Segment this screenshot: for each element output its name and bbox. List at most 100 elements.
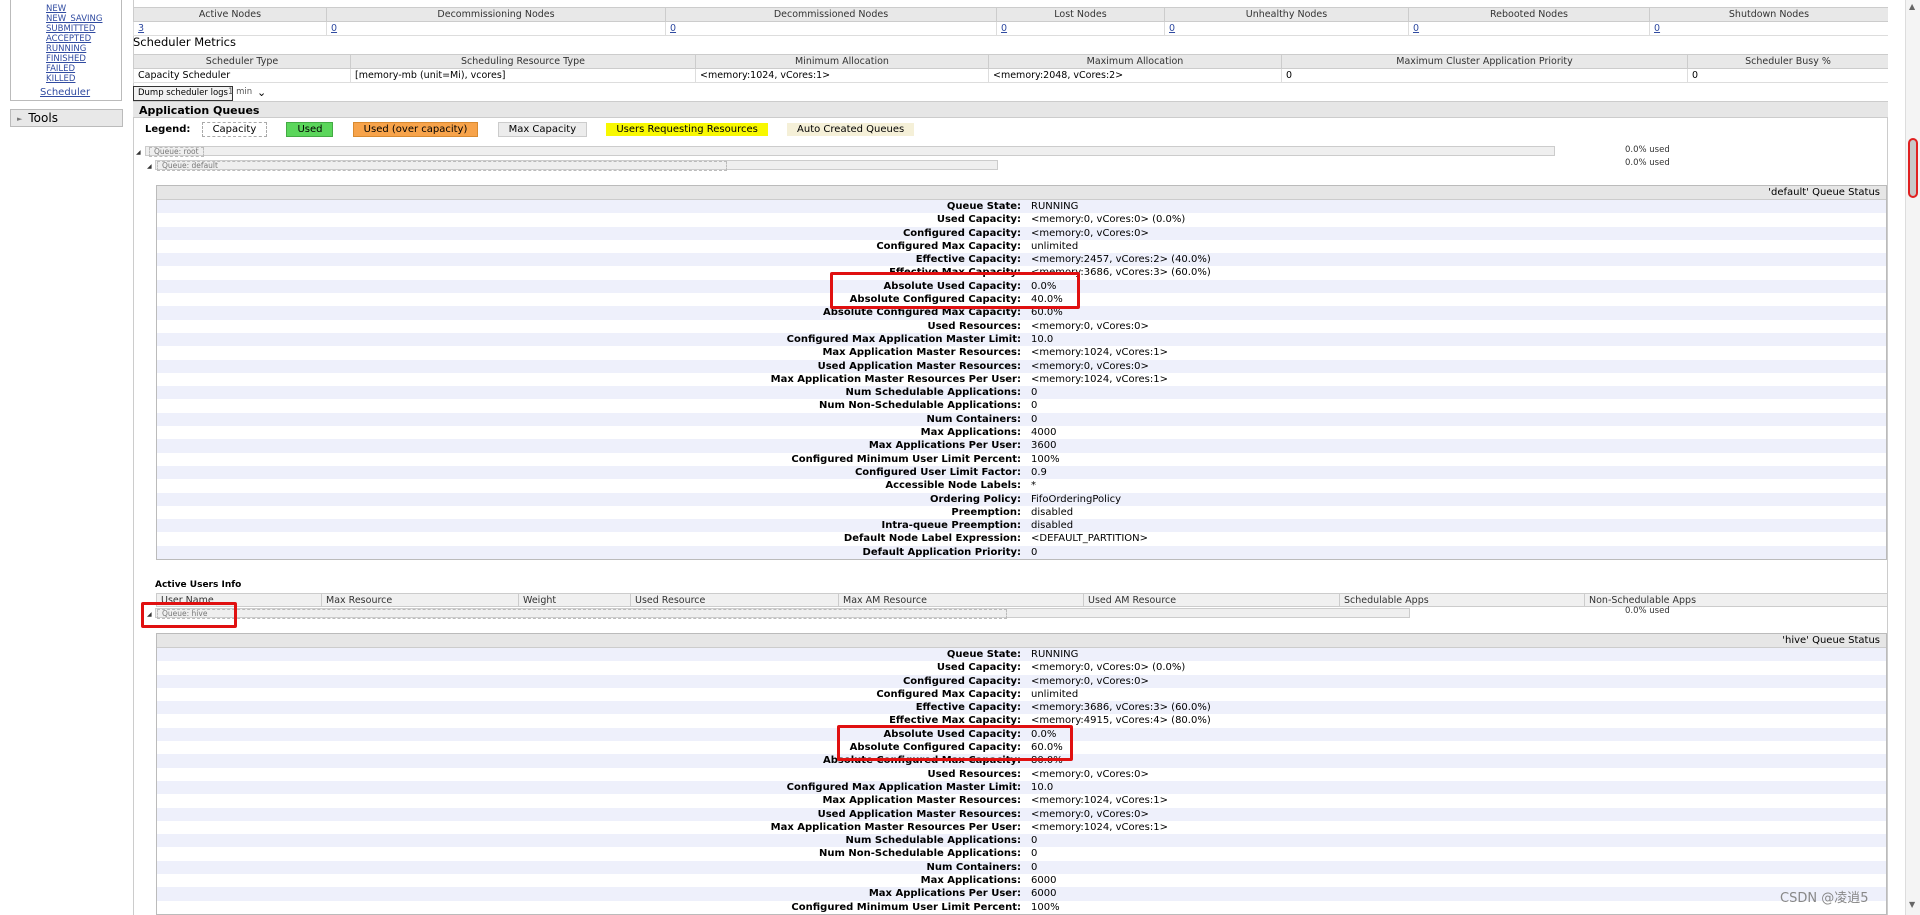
col-non-schedulable-apps: Non-Schedulable Apps bbox=[1584, 593, 1888, 607]
lost-nodes-link[interactable]: 0 bbox=[1001, 23, 1007, 34]
nav-link-new[interactable]: NEW bbox=[46, 4, 66, 14]
expand-triangle-icon[interactable]: ◢ bbox=[147, 163, 152, 170]
default-queue-status: 'default' Queue Status Queue State: RUNNI… bbox=[156, 185, 1887, 561]
status-key: Effective Capacity: bbox=[915, 254, 1021, 266]
status-value: <memory:0, vCores:0> (0.0%) bbox=[1031, 662, 1186, 674]
nav-link-failed[interactable]: FAILED bbox=[46, 64, 75, 74]
shutdown-nodes-link[interactable]: 0 bbox=[1654, 23, 1660, 34]
status-row: Max Applications Per User: 6000 bbox=[157, 887, 1886, 901]
status-key: Used Application Master Resources: bbox=[817, 808, 1021, 820]
scroll-down-icon[interactable]: ▼ bbox=[1909, 900, 1915, 909]
status-value: 100% bbox=[1031, 453, 1060, 465]
tools-section[interactable]: ► Tools bbox=[10, 109, 123, 127]
status-key: Used Capacity: bbox=[936, 214, 1021, 226]
status-row: Num Containers: 0 bbox=[157, 412, 1886, 427]
page-scrollbar[interactable]: ▲ ▼ bbox=[1905, 0, 1920, 915]
dump-scheduler-logs-button[interactable]: Dump scheduler logs bbox=[133, 86, 233, 101]
status-key: Accessible Node Labels: bbox=[885, 480, 1021, 492]
rebooted-nodes-link[interactable]: 0 bbox=[1413, 23, 1419, 34]
status-value: 0 bbox=[1031, 546, 1038, 558]
nav-link-scheduler[interactable]: Scheduler bbox=[40, 87, 90, 98]
status-value: 0 bbox=[1031, 835, 1038, 847]
col-decommissioned-nodes: Decommissioned Nodes bbox=[665, 7, 997, 22]
status-value: RUNNING bbox=[1031, 649, 1079, 660]
status-row: Num Non-Schedulable Applications: 0 bbox=[157, 399, 1886, 412]
expand-triangle-icon[interactable]: ◢ bbox=[136, 149, 141, 156]
nav-link-new-saving[interactable]: NEW_SAVING bbox=[46, 14, 102, 24]
legend-users-requesting: Users Requesting Resources bbox=[606, 123, 768, 136]
status-key: Max Application Master Resources Per Use… bbox=[770, 373, 1021, 385]
tools-label: Tools bbox=[28, 111, 58, 125]
status-row: Max Applications Per User: 3600 bbox=[157, 439, 1886, 453]
status-row: Queue State: RUNNING bbox=[157, 200, 1886, 214]
scroll-up-icon[interactable]: ▲ bbox=[1909, 2, 1915, 11]
nav-link-running[interactable]: RUNNING bbox=[46, 44, 86, 54]
queue-default-used: 0.0% used bbox=[1625, 158, 1670, 168]
status-row: Effective Capacity: <memory:2457, vCores:… bbox=[157, 253, 1886, 267]
status-key: Max Application Master Resources: bbox=[822, 347, 1021, 359]
nav-link-finished[interactable]: FINISHED bbox=[46, 54, 86, 64]
nav-link-submitted[interactable]: SUBMITTED bbox=[46, 24, 95, 34]
status-value: 0 bbox=[1031, 387, 1038, 399]
status-value: 0 bbox=[1031, 861, 1038, 873]
resource-type-value: [memory-mb (unit=Mi), vcores] bbox=[350, 68, 696, 83]
status-row: Ordering Policy: FifoOrderingPolicy bbox=[157, 492, 1886, 506]
status-key: Configured Max Capacity: bbox=[876, 688, 1021, 700]
status-value: 10.0 bbox=[1031, 333, 1054, 345]
scrollbar-thumb[interactable] bbox=[1908, 138, 1918, 198]
status-key: Num Containers: bbox=[926, 413, 1021, 425]
highlight-box-hive-queue bbox=[141, 602, 237, 628]
status-row: Used Capacity: <memory:0, vCores:0> (0.0%… bbox=[157, 213, 1886, 226]
status-value: 3600 bbox=[1031, 440, 1057, 452]
highlight-box-default bbox=[830, 272, 1080, 309]
application-queues-header[interactable]: Application Queues bbox=[133, 101, 1888, 118]
queue-hive-label: Queue: hive bbox=[157, 609, 1007, 619]
status-value: 0 bbox=[1031, 848, 1038, 860]
col-decommissioning-nodes: Decommissioning Nodes bbox=[326, 7, 666, 22]
status-row: Used Application Master Resources: <memor… bbox=[157, 807, 1886, 821]
status-key: Used Capacity: bbox=[936, 662, 1021, 674]
legend-capacity: Capacity bbox=[201, 122, 268, 137]
legend-auto-created: Auto Created Queues bbox=[787, 123, 915, 136]
nav-link-killed[interactable]: KILLED bbox=[46, 74, 75, 84]
status-value: <memory:0, vCores:0> bbox=[1031, 675, 1149, 687]
min-allocation-value: <memory:1024, vCores:1> bbox=[695, 68, 989, 83]
status-key: Max Application Master Resources: bbox=[822, 795, 1021, 807]
status-value: <memory:1024, vCores:1> bbox=[1031, 373, 1168, 385]
decommissioning-nodes-link[interactable]: 0 bbox=[331, 23, 337, 34]
queue-hive-bar[interactable]: Queue: hive bbox=[155, 608, 1410, 619]
status-row: Configured Capacity: <memory:0, vCores:0> bbox=[157, 674, 1886, 688]
status-row: Num Schedulable Applications: 0 bbox=[157, 386, 1886, 400]
col-minimum-allocation: Minimum Allocation bbox=[695, 54, 989, 69]
chevron-down-icon[interactable]: ⌄ bbox=[257, 86, 266, 99]
decommissioned-nodes-link[interactable]: 0 bbox=[670, 23, 676, 34]
hive-queue-status: 'hive' Queue Status Queue State: RUNNING U… bbox=[156, 633, 1887, 915]
status-row: Configured Minimum User Limit Percent: 10… bbox=[157, 453, 1886, 466]
status-key: Num Containers: bbox=[926, 861, 1021, 873]
status-key: Queue State: bbox=[946, 201, 1021, 212]
queue-root-bar[interactable]: Queue: root bbox=[145, 146, 1555, 157]
legend-max-capacity: Max Capacity bbox=[497, 122, 588, 137]
status-key: Max Applications: bbox=[920, 875, 1021, 887]
status-value: 6000 bbox=[1031, 888, 1057, 900]
status-row: Used Resources: <memory:0, vCores:0> bbox=[157, 320, 1886, 333]
status-row: Effective Capacity: <memory:3686, vCores:… bbox=[157, 701, 1886, 715]
nav-link-accepted[interactable]: ACCEPTED bbox=[46, 34, 91, 44]
status-value: unlimited bbox=[1031, 240, 1079, 252]
status-value: disabled bbox=[1031, 506, 1074, 518]
queue-root-used: 0.0% used bbox=[1625, 145, 1670, 155]
col-scheduling-resource-type: Scheduling Resource Type bbox=[350, 54, 696, 69]
dump-interval-select[interactable]: 1 min bbox=[228, 86, 252, 99]
unhealthy-nodes-link[interactable]: 0 bbox=[1169, 23, 1175, 34]
status-row: Used Application Master Resources: <memor… bbox=[157, 359, 1886, 373]
status-row: Configured Max Capacity: unlimited bbox=[157, 240, 1886, 253]
status-key: Preemption: bbox=[951, 506, 1021, 518]
queue-default-bar[interactable]: Queue: default bbox=[155, 160, 998, 171]
status-row: Num Containers: 0 bbox=[157, 860, 1886, 875]
status-value: RUNNING bbox=[1031, 201, 1079, 212]
active-nodes-link[interactable]: 3 bbox=[138, 23, 144, 34]
status-row: Max Application Master Resources: <memory… bbox=[157, 794, 1886, 807]
applications-box: NEW NEW_SAVING SUBMITTED ACCEPTED RUNNIN… bbox=[10, 0, 122, 101]
legend: Legend: Capacity Used Used (over capacit… bbox=[145, 122, 930, 137]
status-key: Configured Max Capacity: bbox=[876, 240, 1021, 252]
